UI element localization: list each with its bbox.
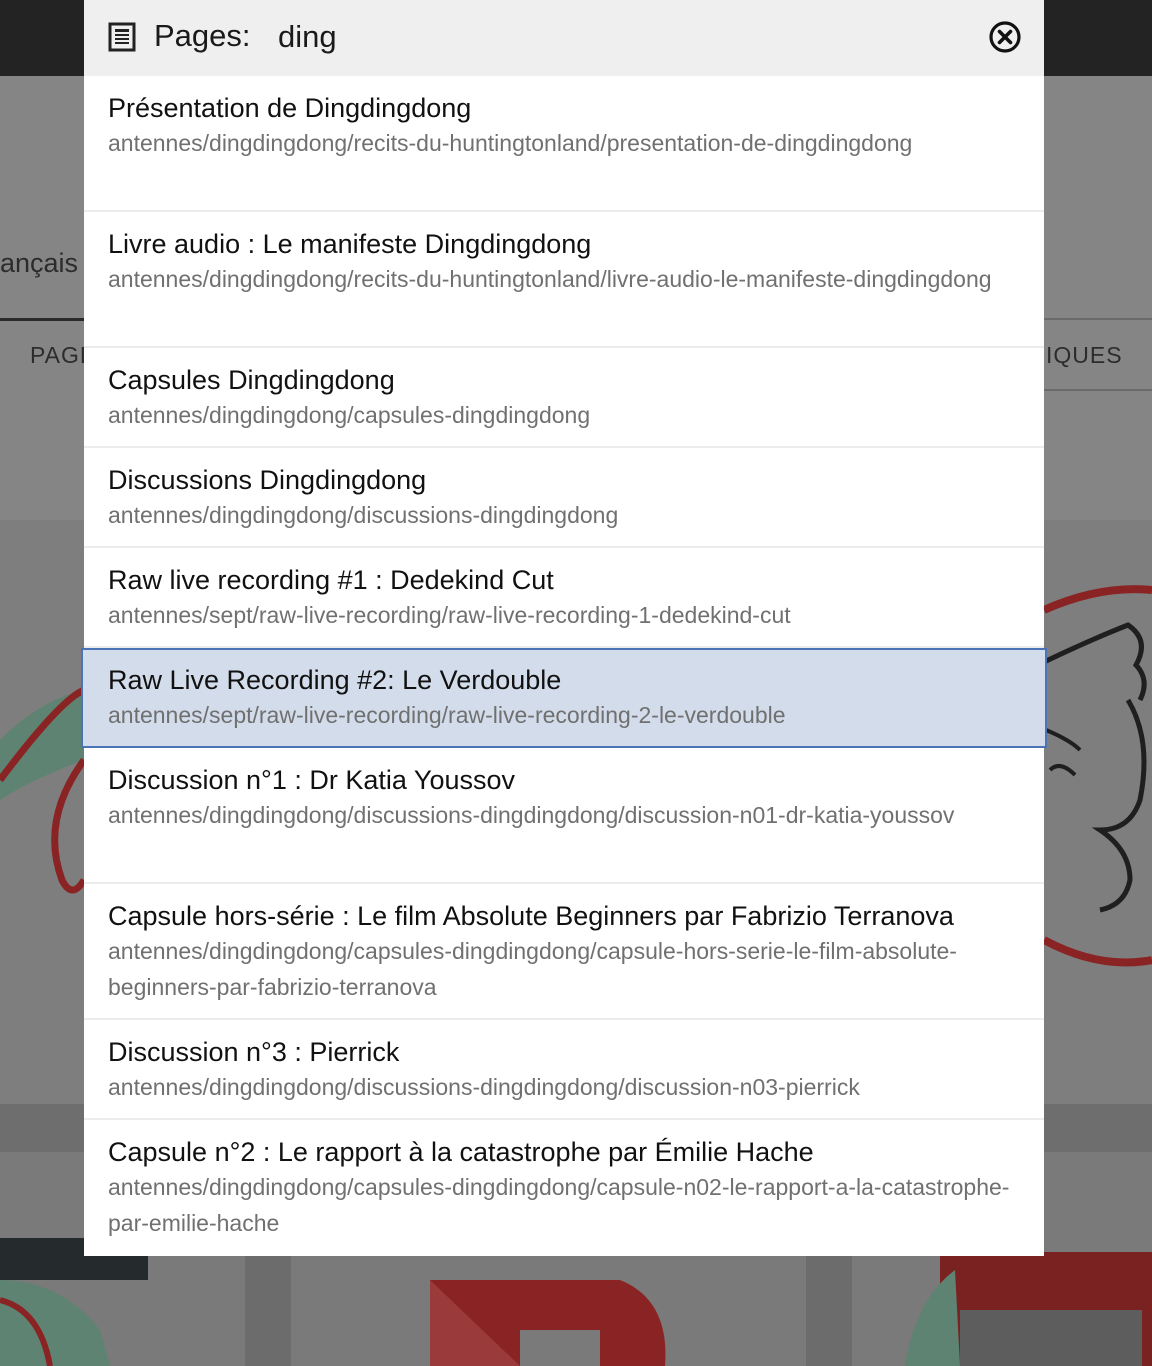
result-title: Discussion n°1 : Dr Katia Youssov	[108, 765, 516, 795]
result-path: antennes/dingdingdong/discussions-dingdi…	[108, 502, 619, 528]
search-result-item[interactable]: Discussion n°1 : Dr Katia Youssov antenn…	[84, 748, 1044, 884]
result-path: antennes/dingdingdong/discussions-dingdi…	[108, 1074, 860, 1100]
result-path: antennes/dingdingdong/capsules-dingdingd…	[108, 938, 957, 1000]
result-title: Capsule n°2 : Le rapport à la catastroph…	[108, 1137, 814, 1167]
result-path: antennes/dingdingdong/recits-du-huntingt…	[108, 130, 913, 156]
close-circle-icon[interactable]	[988, 20, 1022, 54]
search-label: Pages:	[154, 18, 251, 53]
result-path: antennes/dingdingdong/recits-du-huntingt…	[108, 266, 992, 292]
result-title: Discussions Dingdingdong	[108, 465, 427, 495]
page-search-dialog: Pages: Présentation de Dingdingdong ante…	[81, 0, 1047, 1256]
search-result-item[interactable]: Raw live recording #1 : Dedekind Cut ant…	[84, 548, 1044, 648]
search-result-item[interactable]: Capsules Dingdingdong antennes/dingdingd…	[84, 348, 1044, 448]
result-path: antennes/dingdingdong/capsules-dingdingd…	[108, 1174, 1010, 1236]
result-title: Livre audio : Le manifeste Dingdingdong	[108, 229, 592, 259]
result-title: Raw Live Recording #2: Le Verdouble	[108, 665, 562, 695]
result-path: antennes/sept/raw-live-recording/raw-liv…	[108, 602, 791, 628]
result-path: antennes/dingdingdong/capsules-dingdingd…	[108, 402, 591, 428]
search-input[interactable]	[278, 14, 978, 60]
search-result-item[interactable]: Capsule n°2 : Le rapport à la catastroph…	[84, 1120, 1044, 1256]
result-title: Capsules Dingdingdong	[108, 365, 395, 395]
search-header: Pages:	[84, 0, 1044, 76]
result-title: Discussion n°3 : Pierrick	[108, 1037, 400, 1067]
result-title: Présentation de Dingdingdong	[108, 93, 472, 123]
search-result-item[interactable]: Discussion n°3 : Pierrick antennes/dingd…	[84, 1020, 1044, 1120]
search-result-item[interactable]: Présentation de Dingdingdong antennes/di…	[84, 76, 1044, 212]
search-result-item[interactable]: Discussions Dingdingdong antennes/dingdi…	[84, 448, 1044, 548]
search-results-list: Présentation de Dingdingdong antennes/di…	[81, 76, 1047, 1256]
result-title: Capsule hors-série : Le film Absolute Be…	[108, 901, 954, 931]
result-title: Raw live recording #1 : Dedekind Cut	[108, 565, 554, 595]
search-result-item-selected[interactable]: Raw Live Recording #2: Le Verdouble ante…	[81, 648, 1047, 748]
search-result-item[interactable]: Capsule hors-série : Le film Absolute Be…	[84, 884, 1044, 1020]
page-icon	[108, 22, 136, 52]
result-path: antennes/sept/raw-live-recording/raw-liv…	[108, 702, 786, 728]
result-path: antennes/dingdingdong/discussions-dingdi…	[108, 802, 955, 828]
search-result-item[interactable]: Livre audio : Le manifeste Dingdingdong …	[84, 212, 1044, 348]
